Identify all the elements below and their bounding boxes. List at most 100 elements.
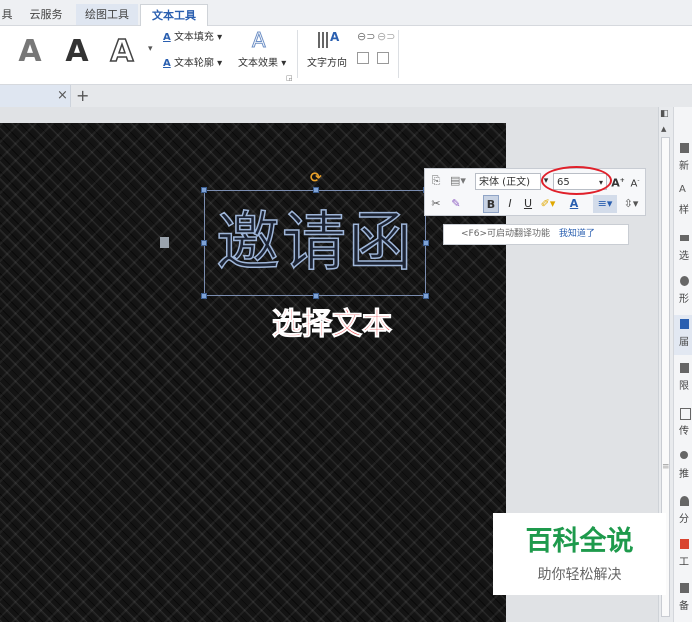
chevron-down-icon: ▾	[217, 32, 223, 43]
underline-button[interactable]: U	[521, 195, 535, 213]
ribbon-panel: A A A ▾ A 文本填充 ▾ A 文本轮廓 ▾ A 文本效果 ▾ ◲ A 文…	[0, 26, 692, 85]
copy-icon[interactable]: ⎘	[429, 172, 443, 190]
property-icon	[680, 319, 689, 329]
task-pane-item-select[interactable]: 选	[674, 229, 692, 269]
transfer-icon	[680, 408, 691, 420]
shrink-font-icon[interactable]: A-	[628, 172, 642, 190]
document-tab-bar: × +	[0, 85, 692, 107]
new-icon	[680, 143, 689, 153]
tab-drawing-tools[interactable]: 绘图工具	[76, 4, 138, 25]
font-color-button[interactable]: A	[563, 195, 585, 213]
task-pane-item-limit[interactable]: 限	[674, 359, 692, 399]
text-effect-icon[interactable]: A	[252, 28, 267, 53]
annotation-select-text: 选择文本	[272, 307, 393, 343]
grow-font-icon[interactable]: A+	[611, 172, 625, 190]
task-pane-label: 新	[679, 161, 689, 172]
highlight-ellipse	[541, 166, 612, 195]
align-icon[interactable]: ≡▾	[593, 195, 617, 213]
tab-tools-partial[interactable]: 具	[0, 4, 14, 25]
ribbon-tab-strip: 具 云服务 绘图工具 文本工具	[0, 0, 692, 26]
style-gallery-expand-icon[interactable]: ▾	[148, 44, 153, 54]
unlink-textbox-icon[interactable]: ⊖⊃	[377, 30, 395, 43]
italic-button[interactable]: I	[503, 195, 517, 213]
text-style-shadow[interactable]: A	[57, 30, 97, 74]
recommend-icon	[680, 451, 688, 459]
invitation-title-text[interactable]: 邀请函	[208, 198, 422, 288]
task-pane-label: 形	[679, 294, 689, 305]
dialog-launcher-icon[interactable]: ◲	[286, 74, 293, 82]
ribbon-separator	[398, 30, 399, 78]
task-pane-label: 推	[679, 469, 689, 480]
grip-icon: ≡	[662, 462, 670, 472]
chevron-down-icon: ▾	[217, 58, 223, 69]
resize-handle-nw[interactable]	[201, 187, 207, 193]
new-tab-icon[interactable]: +	[76, 86, 89, 105]
chevron-down-icon: ▾	[281, 58, 287, 69]
text-outline-icon: A	[163, 58, 171, 69]
task-pane-item-new[interactable]: 新	[674, 139, 692, 179]
task-pane-item-recommend[interactable]: 推	[674, 447, 692, 487]
format-painter-icon[interactable]: ✎	[449, 195, 463, 213]
text-outline-label: 文本轮廓	[173, 58, 214, 69]
task-pane-item-shape[interactable]: 形	[674, 272, 692, 312]
share-icon	[680, 496, 689, 506]
resize-handle-s[interactable]	[313, 293, 319, 299]
task-pane-label: 备	[679, 601, 689, 612]
font-name-value: 宋体 (正文)	[479, 177, 530, 188]
translate-tip: <F6>可启动翻译功能 我知道了	[443, 224, 629, 245]
pane-toggle-icon[interactable]: ◧	[660, 109, 669, 119]
task-pane-item-transfer[interactable]: 传	[674, 404, 692, 444]
close-icon[interactable]: ×	[57, 88, 68, 103]
task-pane-label: 分	[679, 514, 689, 525]
ribbon-separator	[297, 30, 298, 78]
text-outline-button[interactable]: A 文本轮廓 ▾	[163, 56, 222, 72]
task-pane-item-toolbox[interactable]: 工	[674, 535, 692, 575]
task-pane-item-property[interactable]: 届	[674, 315, 692, 355]
task-pane-item-backup[interactable]: 备	[674, 579, 692, 619]
resize-handle-se[interactable]	[423, 293, 429, 299]
text-style-plain[interactable]: A	[10, 30, 50, 74]
tab-text-tools[interactable]: 文本工具	[140, 4, 208, 26]
task-pane-item-share[interactable]: 分	[674, 492, 692, 532]
watermark-subtitle: 助你轻松解决	[537, 567, 622, 583]
text-effect-label: 文本效果	[238, 58, 278, 69]
scroll-up-icon[interactable]: ▲	[661, 125, 666, 133]
text-box-align-icon[interactable]	[357, 52, 369, 64]
resize-handle-n[interactable]	[313, 187, 319, 193]
tab-cloud-service[interactable]: 云服务	[24, 4, 68, 25]
watermark-badge: 百科全说 助你轻松解决	[493, 513, 666, 595]
cut-icon[interactable]: ✂	[429, 195, 443, 213]
rotate-handle-icon[interactable]: ⟳	[310, 170, 322, 186]
text-box-wrap-icon[interactable]	[377, 52, 389, 64]
task-pane-label: 工	[679, 557, 689, 568]
highlight-color-icon[interactable]: ✐▾	[537, 195, 559, 213]
task-pane-label: 样	[679, 205, 689, 216]
text-direction-button[interactable]: 文字方向	[307, 56, 347, 72]
task-pane-label: 传	[679, 426, 689, 437]
bold-button[interactable]: B	[483, 195, 499, 213]
tip-text: <F6>可启动翻译功能	[461, 229, 550, 239]
limit-icon	[680, 363, 689, 373]
floating-format-toolbar: ⎘ ▤▾ 宋体 (正文) ▾ 65 ▾ A+ A- ✂ ✎ B I U ✐▾ A…	[424, 168, 646, 216]
layout-option-icon[interactable]	[160, 237, 169, 248]
text-fill-button[interactable]: A 文本填充 ▾	[163, 30, 222, 46]
resize-handle-sw[interactable]	[201, 293, 207, 299]
font-name-select[interactable]: 宋体 (正文)	[475, 173, 541, 190]
task-pane-item-style[interactable]: A 样	[674, 183, 692, 223]
resize-handle-e[interactable]	[423, 240, 429, 246]
tip-dismiss-link[interactable]: 我知道了	[559, 229, 595, 239]
text-direction-icon[interactable]: A	[318, 30, 340, 50]
right-task-pane: 新 A 样 选 形 届 限 传 推 分 工 备	[673, 107, 692, 622]
toolbox-icon	[680, 539, 689, 549]
resize-handle-w[interactable]	[201, 240, 207, 246]
line-spacing-icon[interactable]: ⇳▾	[619, 195, 643, 213]
task-pane-label: 选	[679, 251, 689, 262]
paste-icon[interactable]: ▤▾	[447, 172, 469, 190]
link-textbox-icon[interactable]: ⊖⊃	[357, 30, 375, 43]
text-fill-label: 文本填充	[173, 32, 214, 43]
text-style-outline[interactable]: A	[102, 30, 142, 74]
text-effect-button[interactable]: 文本效果 ▾	[238, 56, 286, 72]
task-pane-label: 届	[679, 337, 689, 348]
watermark-title: 百科全说	[525, 526, 634, 557]
shape-icon	[680, 276, 689, 286]
